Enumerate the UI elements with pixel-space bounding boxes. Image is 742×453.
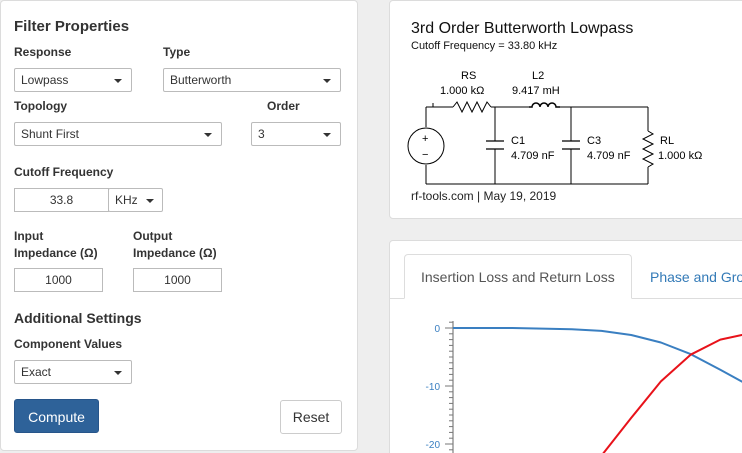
cutoff-frequency-input[interactable]: 33.8 <box>14 188 109 212</box>
l2-name: L2 <box>532 70 544 82</box>
output-impedance-label-unit: Impedance (Ω) <box>133 246 217 260</box>
type-select[interactable]: Butterworth <box>163 68 341 92</box>
y-tick-label: -10 <box>426 382 441 393</box>
resistor-rl-symbol <box>641 130 655 168</box>
tab-phase-group-delay[interactable]: Phase and Gro <box>650 254 742 298</box>
rs-name: RS <box>461 70 476 82</box>
component-values-select[interactable]: Exact <box>14 360 132 384</box>
rl-name: RL <box>660 135 674 147</box>
c3-name: C3 <box>587 135 601 147</box>
insertion-loss-chart: 0 -10 -20 <box>426 321 742 453</box>
c1-name: C1 <box>511 135 525 147</box>
chevron-down-icon <box>323 79 331 83</box>
plot-panel: Insertion Loss and Return Loss Phase and… <box>389 240 742 453</box>
order-label: Order <box>267 99 300 113</box>
tab-insertion-return-loss-label: Insertion Loss and Return Loss <box>421 269 615 285</box>
compute-button[interactable]: Compute <box>14 399 99 433</box>
circuit-wires <box>425 103 649 185</box>
cutoff-frequency-label: Cutoff Frequency <box>14 165 114 179</box>
chevron-down-icon <box>323 133 331 137</box>
l2-value: 9.417 mH <box>512 85 560 97</box>
component-values-selected-value: Exact <box>21 365 52 379</box>
rs-value: 1.000 kΩ <box>440 85 484 97</box>
source-minus: − <box>422 149 428 161</box>
topology-select[interactable]: Shunt First <box>14 122 222 146</box>
response-selected-value: Lowpass <box>21 73 69 87</box>
schematic-panel: 3rd Order Butterworth Lowpass Cutoff Fre… <box>389 0 742 219</box>
source-plus: + <box>422 133 428 145</box>
series-line-1 <box>453 327 742 383</box>
rl-value: 1.000 kΩ <box>658 150 702 162</box>
chevron-down-icon <box>114 79 122 83</box>
capacitor-c1-symbol <box>486 140 504 150</box>
additional-settings-title: Additional Settings <box>14 310 142 326</box>
tab-insertion-return-loss[interactable]: Insertion Loss and Return Loss <box>404 254 632 299</box>
resistor-rs-symbol <box>452 100 492 114</box>
output-impedance-input[interactable]: 1000 <box>133 268 222 292</box>
response-select[interactable]: Lowpass <box>14 68 132 92</box>
filter-properties-title: Filter Properties <box>14 18 130 35</box>
cutoff-unit-select[interactable]: KHz <box>108 188 163 212</box>
series-line-2 <box>602 333 742 453</box>
order-select[interactable]: 3 <box>251 122 341 146</box>
inductor-l2-symbol <box>529 102 560 108</box>
reset-button[interactable]: Reset <box>280 400 342 434</box>
y-tick-label: -20 <box>426 440 441 451</box>
y-tick-label: 0 <box>434 324 440 335</box>
order-selected-value: 3 <box>258 127 265 141</box>
chevron-down-icon <box>204 133 212 137</box>
topology-label: Topology <box>14 99 68 113</box>
filter-properties-panel: Filter Properties Response Type Lowpass … <box>0 0 358 451</box>
tab-phase-group-delay-label: Phase and Gro <box>650 269 742 285</box>
type-label: Type <box>163 45 191 59</box>
schematic-diagram: 3rd Order Butterworth Lowpass Cutoff Fre… <box>407 20 702 203</box>
topology-selected-value: Shunt First <box>21 127 80 141</box>
c3-value: 4.709 nF <box>587 150 631 162</box>
c1-value: 4.709 nF <box>511 150 555 162</box>
chart-series <box>453 327 742 453</box>
input-impedance-label-unit: Impedance (Ω) <box>14 246 98 260</box>
schematic-title: 3rd Order Butterworth Lowpass <box>411 20 633 37</box>
component-values-label: Component Values <box>14 337 123 351</box>
schematic-subtitle: Cutoff Frequency = 33.80 kHz <box>411 40 557 52</box>
cutoff-unit-value: KHz <box>115 193 138 207</box>
type-selected-value: Butterworth <box>170 73 232 87</box>
capacitor-c3-symbol <box>562 140 580 150</box>
chevron-down-icon <box>146 199 154 203</box>
y-axis-ticks: 0 -10 -20 <box>426 321 453 451</box>
chevron-down-icon <box>114 371 122 375</box>
input-impedance-input[interactable]: 1000 <box>14 268 103 292</box>
schematic-footer: rf-tools.com | May 19, 2019 <box>411 189 557 203</box>
response-label: Response <box>14 45 72 59</box>
